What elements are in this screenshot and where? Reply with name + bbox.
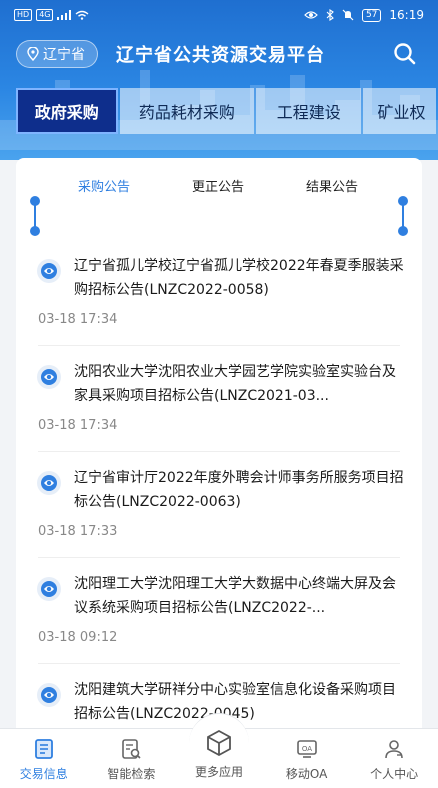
svg-text:OA: OA xyxy=(301,745,311,753)
tab-engineering[interactable]: 工程建设 xyxy=(256,88,362,134)
mute-icon xyxy=(342,9,354,21)
location-pin-icon xyxy=(27,47,39,61)
nav-personal-center[interactable]: 个人中心 xyxy=(350,729,438,788)
nav-label: 个人中心 xyxy=(370,767,419,781)
bottom-navigation: 交易信息 智能检索 更多应用 OA 移动OA 个人中心 xyxy=(0,713,438,788)
notice-badge-icon xyxy=(37,683,61,707)
region-selector[interactable]: 辽宁省 xyxy=(16,40,98,68)
notice-title: 沈阳建筑大学研祥分中心实验室信息化设备采购项目招标公告(LNZC2022-004… xyxy=(74,682,396,722)
status-bar: HD 4G 57 16:19 xyxy=(0,0,438,30)
notice-time: 03-18 17:34 xyxy=(38,312,118,327)
network-indicator: 4G xyxy=(36,9,54,21)
notice-title: 沈阳理工大学沈阳理工大学大数据中心终端大屏及会议系统采购项目招标公告(LNZC2… xyxy=(74,576,396,616)
nav-label: 智能检索 xyxy=(107,767,156,781)
cube-icon xyxy=(207,729,231,757)
app-header: HD 4G 57 16:19 辽宁省 辽宁省公共资源交易平台 政府采购 药品耗材… xyxy=(0,0,438,160)
tab-mining-rights[interactable]: 矿业权 xyxy=(363,88,436,134)
eye-icon xyxy=(304,11,318,19)
list-item[interactable]: 辽宁省孤儿学校辽宁省孤儿学校2022年春夏季服装采购招标公告(LNZC2022-… xyxy=(16,240,422,346)
top-bar: 辽宁省 辽宁省公共资源交易平台 xyxy=(0,34,438,74)
scroll-indicator-left xyxy=(30,196,40,236)
nav-mobile-oa[interactable]: OA 移动OA xyxy=(263,729,351,788)
search-icon[interactable] xyxy=(392,41,418,67)
hd-indicator: HD xyxy=(14,9,33,21)
signal-icon xyxy=(57,10,72,20)
oa-icon: OA xyxy=(296,740,317,758)
tab-government-procurement[interactable]: 政府采购 xyxy=(16,88,118,134)
bluetooth-icon xyxy=(326,9,334,21)
app-title: 辽宁省公共资源交易平台 xyxy=(116,45,325,66)
nav-trading-info[interactable]: 交易信息 xyxy=(0,729,88,788)
notice-badge-icon xyxy=(37,471,61,495)
nav-label: 移动OA xyxy=(285,767,328,781)
region-label: 辽宁省 xyxy=(43,47,85,63)
nav-smart-search[interactable]: 智能检索 xyxy=(88,729,176,788)
battery-indicator: 57 xyxy=(361,8,382,22)
nav-more-apps[interactable]: 更多应用 xyxy=(175,713,263,788)
notice-time: 03-18 17:33 xyxy=(38,524,118,539)
clock: 16:19 xyxy=(389,8,424,22)
tab-medicine-procurement[interactable]: 药品耗材采购 xyxy=(119,88,255,134)
nav-label: 交易信息 xyxy=(19,767,68,781)
list-item[interactable]: 沈阳理工大学沈阳理工大学大数据中心终端大屏及会议系统采购项目招标公告(LNZC2… xyxy=(16,558,422,664)
notice-badge-icon xyxy=(37,259,61,283)
notice-card: 采购公告 更正公告 结果公告 辽宁省孤儿学校辽宁省孤儿学校2022年春夏季服装采… xyxy=(16,158,422,738)
notice-time: 03-18 17:34 xyxy=(38,418,118,433)
tab-procurement-notice[interactable]: 采购公告 xyxy=(78,176,130,195)
scroll-indicator-right xyxy=(398,196,408,236)
notice-type-tabs: 采购公告 更正公告 结果公告 xyxy=(16,176,422,196)
smart-search-icon xyxy=(122,739,141,759)
list-item[interactable]: 辽宁省审计厅2022年度外聘会计师事务所服务项目招标公告(LNZC2022-00… xyxy=(16,452,422,558)
notice-title: 沈阳农业大学沈阳农业大学园艺学院实验室实验台及家具采购项目招标公告(LNZC20… xyxy=(74,364,396,404)
tab-result-notice[interactable]: 结果公告 xyxy=(306,176,358,195)
tab-correction-notice[interactable]: 更正公告 xyxy=(192,176,244,195)
trading-info-icon xyxy=(34,739,53,759)
nav-label: 更多应用 xyxy=(194,765,243,779)
notice-title: 辽宁省审计厅2022年度外聘会计师事务所服务项目招标公告(LNZC2022-00… xyxy=(74,470,404,510)
notice-badge-icon xyxy=(37,365,61,389)
user-icon xyxy=(385,740,403,759)
wifi-icon xyxy=(76,10,89,20)
list-item[interactable]: 沈阳农业大学沈阳农业大学园艺学院实验室实验台及家具采购项目招标公告(LNZC20… xyxy=(16,346,422,452)
notice-badge-icon xyxy=(37,577,61,601)
notice-title: 辽宁省孤儿学校辽宁省孤儿学校2022年春夏季服装采购招标公告(LNZC2022-… xyxy=(74,258,404,298)
notice-time: 03-18 09:12 xyxy=(38,630,118,645)
category-tabs: 政府采购 药品耗材采购 工程建设 矿业权 xyxy=(0,88,438,134)
